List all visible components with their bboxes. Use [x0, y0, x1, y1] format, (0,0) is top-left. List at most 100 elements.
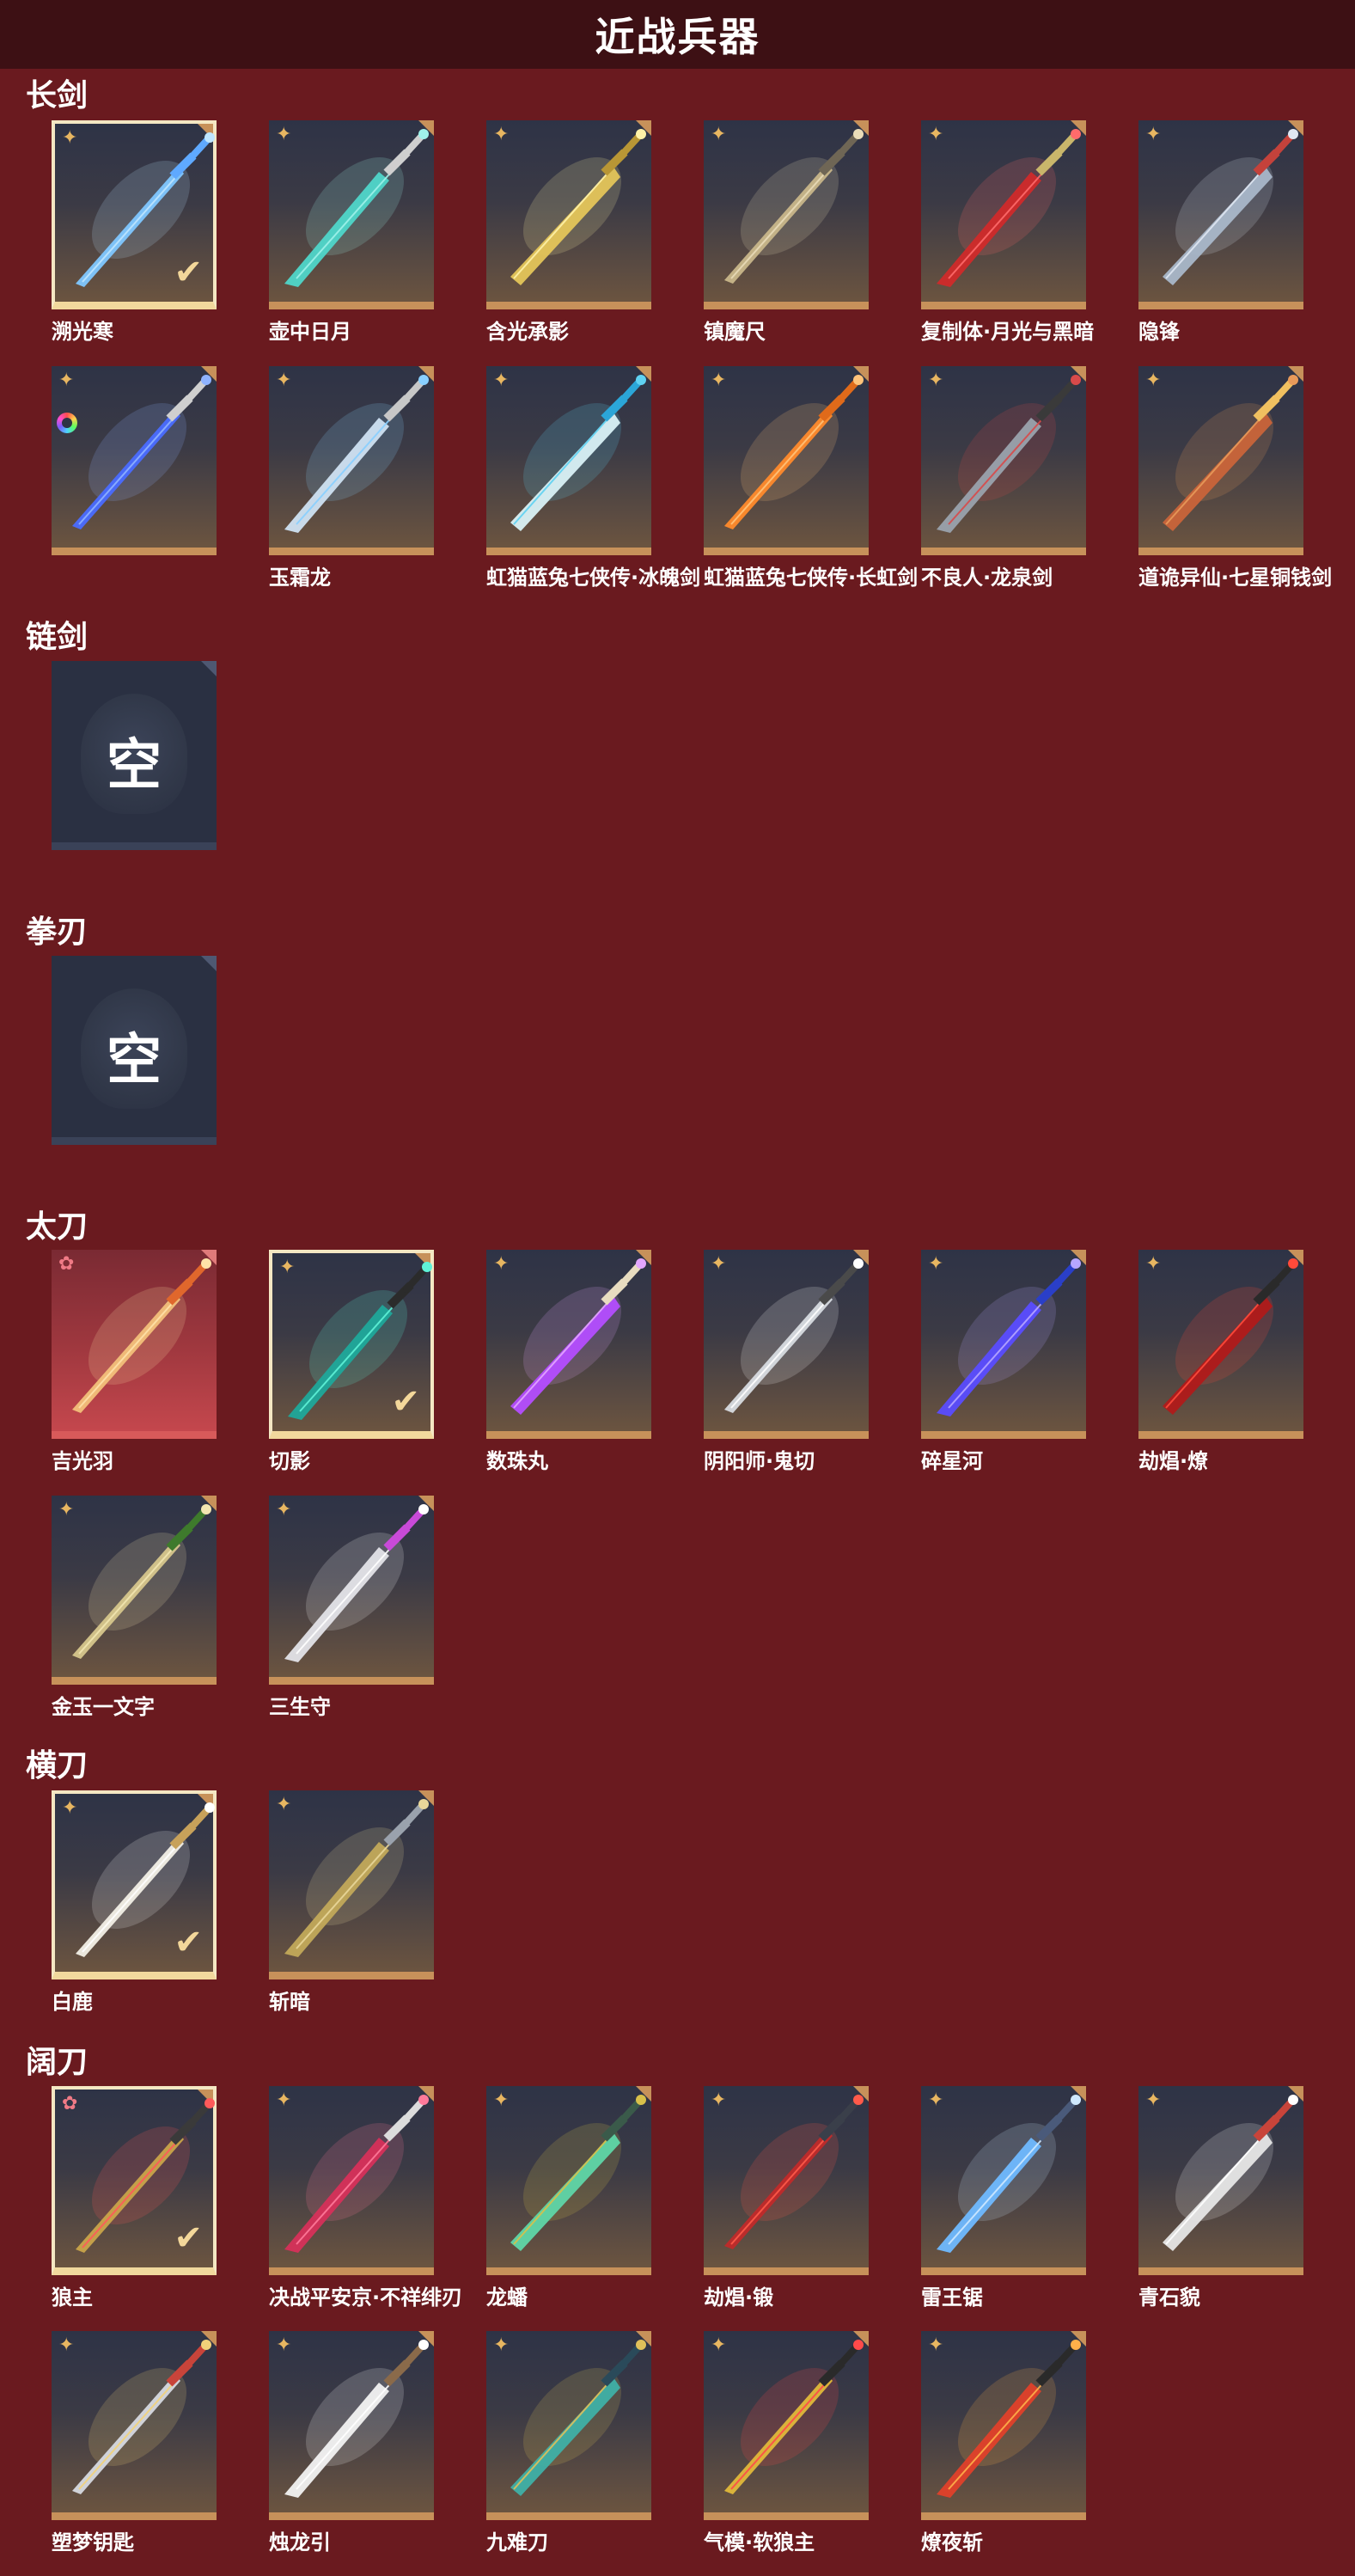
weapon-card[interactable]: ✦ — [269, 120, 434, 309]
weapon-card[interactable]: ✦ ✔ — [52, 120, 217, 309]
weapon-hilt — [617, 132, 643, 160]
pink-star-icon: ✿ — [58, 1253, 75, 1275]
weapon-card[interactable]: ✦ ✔ — [52, 1790, 217, 1979]
weapon-pommel — [418, 2095, 429, 2105]
weapon-name: 烛龙引 — [269, 2530, 331, 2555]
weapon-card[interactable]: ✿ — [52, 1250, 217, 1439]
weapon-card[interactable]: ✦ — [921, 2331, 1086, 2520]
weapon-hilt — [1052, 2343, 1077, 2371]
weapon-card[interactable]: ✦ — [486, 2331, 651, 2520]
gold-star-icon: ✦ — [276, 2334, 292, 2356]
weapon-name: 虹猫蓝兔七侠传·长虹剑 — [704, 566, 919, 590]
card-corner-tab — [201, 661, 217, 676]
weapon-card[interactable]: ✦ — [269, 1790, 434, 1979]
gold-star-icon: ✦ — [711, 370, 727, 391]
weapon-art — [1163, 375, 1298, 531]
weapon-card[interactable]: ✦ — [486, 120, 651, 309]
weapon-pommel — [1071, 129, 1081, 139]
weapon-card[interactable]: ✦ — [52, 1496, 217, 1685]
empty-slot[interactable]: 空 — [52, 956, 217, 1145]
weapon-name: 壶中日月 — [269, 320, 351, 344]
weapon-pommel — [204, 132, 215, 143]
weapon-hilt — [186, 136, 211, 163]
weapon-art — [510, 2340, 646, 2496]
weapon-pommel — [636, 129, 646, 139]
weapon-name: 雷王锯 — [921, 2285, 983, 2310]
gold-star-icon: ✦ — [711, 124, 727, 145]
weapon-hilt — [1052, 378, 1077, 406]
weapon-card[interactable]: ✦ ✔ — [269, 1250, 434, 1439]
weapon-name: 塑梦钥匙 — [52, 2530, 134, 2555]
weapon-pommel — [1288, 129, 1298, 139]
weapon-card[interactable]: ✦ — [704, 2086, 869, 2275]
weapon-art — [284, 2340, 429, 2498]
weapon-card[interactable]: ✦ — [486, 366, 651, 555]
gold-star-icon: ✦ — [276, 1794, 292, 1815]
gold-star-icon: ✦ — [276, 2090, 292, 2111]
weapon-card[interactable]: ✦ — [1138, 120, 1303, 309]
weapon-card[interactable]: ✦ — [52, 2331, 217, 2520]
weapon-pommel — [1288, 1258, 1298, 1269]
weapon-card[interactable]: ✦ — [704, 120, 869, 309]
weapon-card[interactable]: ✦ — [704, 366, 869, 555]
weapon-pommel — [201, 2340, 211, 2350]
weapon-pommel — [1071, 2340, 1081, 2350]
weapon-card[interactable]: ✦ — [1138, 2086, 1303, 2275]
weapon-hilt — [182, 378, 208, 406]
weapon-pommel — [418, 1504, 429, 1514]
weapon-hilt — [182, 1262, 208, 1289]
weapon-name: 玉霜龙 — [269, 566, 331, 590]
weapon-name: 不良人·龙泉剑 — [921, 566, 1053, 590]
weapon-name: 数珠丸 — [486, 1449, 548, 1473]
weapon-card[interactable]: ✦ — [921, 2086, 1086, 2275]
weapon-pommel — [853, 129, 864, 139]
weapon-name: 九难刀 — [486, 2530, 548, 2555]
empty-slot[interactable]: 空 — [52, 661, 217, 850]
weapon-card[interactable]: ✦ — [486, 2086, 651, 2275]
weapon-name: 三生守 — [269, 1695, 331, 1719]
weapon-hilt — [1269, 378, 1295, 406]
weapon-name: 劫焻·锻 — [704, 2285, 774, 2310]
weapon-hilt — [182, 2343, 208, 2371]
weapon-art — [510, 2095, 646, 2251]
weapon-card[interactable]: ✿ ✔ — [52, 2086, 217, 2275]
section-title: 长剑 — [26, 78, 89, 113]
weapon-card[interactable]: ✦ — [921, 120, 1086, 309]
weapon-name: 道诡异仙·七星铜钱剑 — [1138, 566, 1333, 590]
weapon-name: 镇魔尺 — [704, 320, 766, 344]
weapon-art — [937, 1258, 1081, 1416]
check-icon: ✔ — [174, 1923, 203, 1962]
weapon-card[interactable]: ✦ — [269, 2331, 434, 2520]
weapon-card[interactable]: ✦ — [269, 366, 434, 555]
gold-star-icon: ✦ — [62, 127, 78, 149]
weapon-name: 金玉一文字 — [52, 1695, 155, 1719]
weapon-art — [72, 2340, 211, 2494]
gold-star-icon: ✦ — [1145, 2090, 1162, 2111]
weapon-hilt — [834, 132, 860, 160]
weapon-card[interactable]: ✦ — [52, 366, 217, 555]
weapon-card[interactable]: ✦ — [269, 2086, 434, 2275]
weapon-hilt — [617, 378, 643, 406]
weapon-card[interactable]: ✦ — [486, 1250, 651, 1439]
weapon-hilt — [400, 2343, 425, 2371]
weapon-hilt — [1052, 132, 1077, 160]
weapon-pommel — [636, 375, 646, 385]
gold-star-icon: ✦ — [1145, 370, 1162, 391]
gold-star-icon: ✦ — [711, 2334, 727, 2356]
gold-star-icon: ✦ — [1145, 124, 1162, 145]
weapon-card[interactable]: ✦ — [269, 1496, 434, 1685]
weapon-name: 劫焻·燎 — [1138, 1449, 1209, 1473]
gold-star-icon: ✦ — [276, 1499, 292, 1521]
weapon-pommel — [422, 1262, 432, 1272]
weapon-card[interactable]: ✦ — [921, 1250, 1086, 1439]
weapon-card[interactable]: ✦ — [704, 1250, 869, 1439]
weapon-card[interactable]: ✦ — [1138, 1250, 1303, 1439]
weapon-hilt — [617, 1262, 643, 1289]
weapon-card[interactable]: ✦ — [1138, 366, 1303, 555]
weapon-art — [724, 1258, 864, 1413]
weapon-hilt — [400, 378, 425, 406]
weapon-card[interactable]: ✦ — [921, 366, 1086, 555]
weapon-hilt — [1052, 2098, 1077, 2126]
weapon-card[interactable]: ✦ — [704, 2331, 869, 2520]
weapon-art — [1163, 1258, 1298, 1415]
